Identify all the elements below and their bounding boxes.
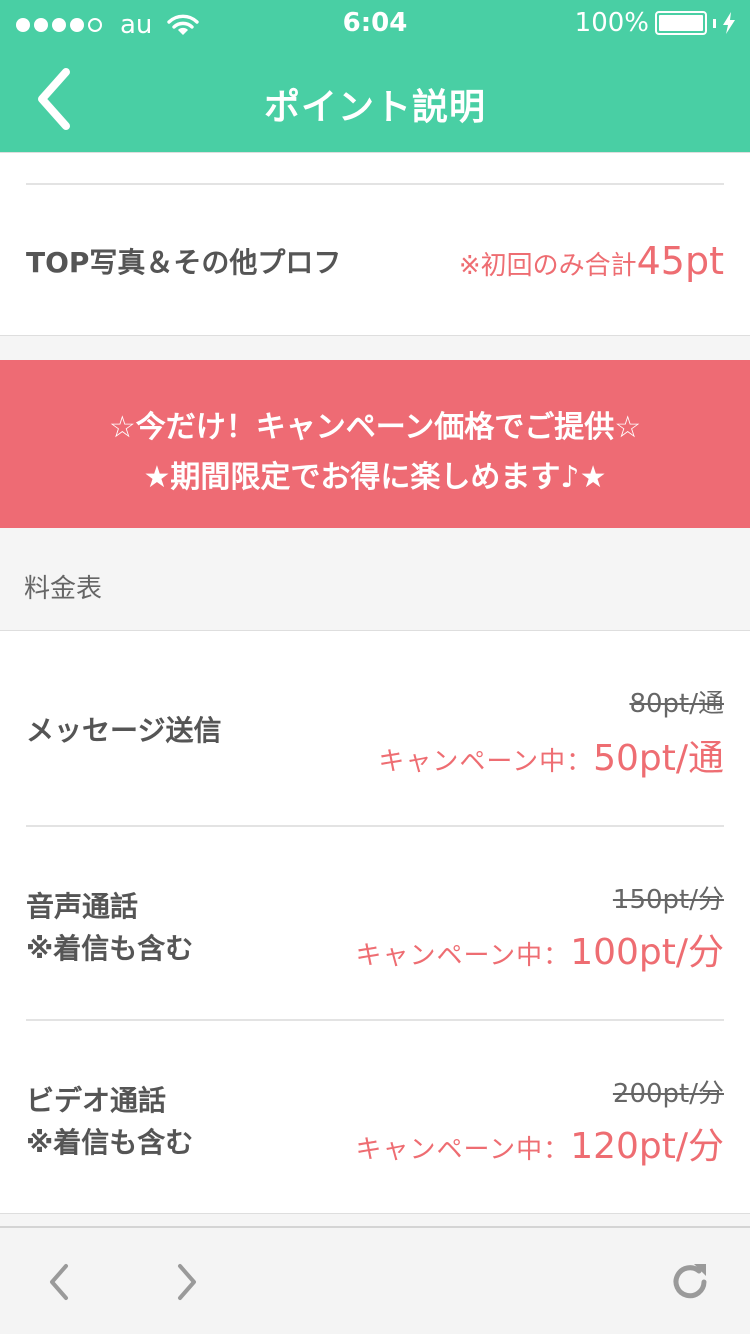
campaign-price: キャンペーン中：120pt/分 [355, 1117, 724, 1169]
row-sublabel: ※着信も含む [26, 1126, 194, 1159]
browser-toolbar [0, 1226, 750, 1334]
battery-tip [713, 18, 716, 28]
row-label: ビデオ通話 [26, 1084, 167, 1117]
campaign-value: 50pt/通 [593, 738, 724, 779]
campaign-label: キャンペーン中： [378, 747, 594, 777]
toolbar-back-button[interactable] [36, 1258, 84, 1306]
campaign-value: 100pt/分 [570, 932, 724, 973]
campaign-label: キャンペーン中： [355, 1135, 571, 1165]
price-note: ※初回のみ合計 [458, 251, 637, 281]
divider [26, 1019, 724, 1021]
battery-percent: 100% [574, 8, 649, 38]
battery-icon [655, 11, 707, 35]
banner-line-1: ☆今だけ！キャンペーン価格でご提供☆ [108, 410, 642, 445]
old-price: 80pt/通 [629, 689, 724, 719]
old-price: 150pt/分 [612, 885, 724, 915]
price-table-card: メッセージ送信 80pt/通 キャンペーン中：50pt/通 音声通話 ※着信も含… [0, 630, 750, 1214]
campaign-price: キャンペーン中：100pt/分 [355, 923, 724, 975]
old-price: 200pt/分 [612, 1079, 724, 1109]
status-bar: au 6:04 100% [0, 0, 750, 50]
charging-bolt-icon [723, 12, 735, 34]
profile-photo-price-card: TOP写真＆その他プロフ ※初回のみ合計45pt [0, 152, 750, 336]
divider [26, 825, 724, 827]
row-label: 音声通話 [26, 890, 139, 923]
campaign-banner: ☆今だけ！キャンペーン価格でご提供☆ ★期間限定でお得に楽しめます♪★ [0, 360, 750, 528]
row-sublabel: ※着信も含む [26, 932, 194, 965]
row-label: TOP写真＆その他プロフ [26, 246, 342, 279]
row-price: ※初回のみ合計45pt [459, 239, 724, 283]
page-title: ポイント説明 [263, 87, 486, 128]
navigation-bar: ポイント説明 [0, 50, 750, 152]
campaign-label: キャンペーン中： [355, 941, 571, 971]
reload-button[interactable] [666, 1258, 714, 1306]
section-label: 料金表 [24, 574, 103, 604]
campaign-price: キャンペーン中：50pt/通 [378, 729, 724, 781]
toolbar-forward-button[interactable] [162, 1258, 210, 1306]
divider [26, 183, 724, 185]
price-value: 45pt [636, 239, 724, 283]
row-label: メッセージ送信 [26, 714, 222, 747]
campaign-value: 120pt/分 [570, 1126, 724, 1167]
header: au 6:04 100% ポイント説明 [0, 0, 750, 152]
banner-line-2: ★期間限定でお得に楽しめます♪★ [143, 460, 607, 495]
